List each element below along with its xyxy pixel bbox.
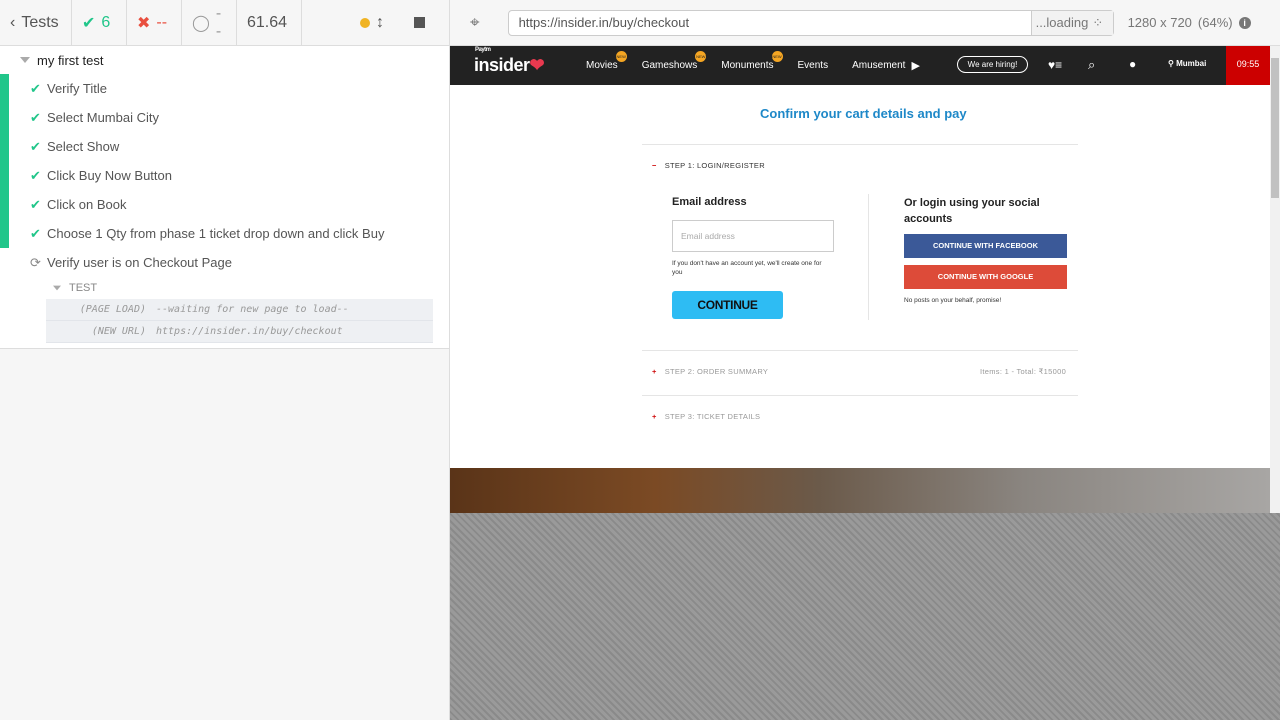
url-bar[interactable]: https://insider.in/buy/checkout ...loadi… xyxy=(507,9,1114,36)
selector-playground-icon[interactable]: ⌖ xyxy=(470,13,480,33)
check-icon: ✔ xyxy=(30,167,41,183)
social-login-title: Or login using your social accounts xyxy=(904,197,1040,225)
check-icon: ✔ xyxy=(30,138,41,154)
pending-count: ◯ -- xyxy=(182,0,237,46)
nav-monuments[interactable]: Monuments NEW xyxy=(721,51,783,71)
iframe-scrollbar[interactable] xyxy=(1270,46,1280,513)
aut-iframe: Paytm insider❤ Movies NEW Gameshows NEW Mon… xyxy=(450,46,1270,513)
nav-amusement[interactable]: Amusement xyxy=(852,60,905,71)
scroll-toggle-button[interactable]: ↕ xyxy=(302,0,394,46)
user-icon[interactable]: ● xyxy=(1129,57,1136,71)
continue-button[interactable]: CONTINUE xyxy=(672,291,783,319)
location-pin-icon: ⚲ xyxy=(1168,59,1174,68)
nav-movies[interactable]: Movies NEW xyxy=(586,51,627,71)
test-item[interactable]: ✔ Verify Title xyxy=(0,74,449,103)
check-icon: ✔ xyxy=(30,109,41,125)
facebook-login-button[interactable]: CONTINUE WITH FACEBOOK xyxy=(904,234,1067,258)
passed-count: ✔ 6 xyxy=(72,0,127,46)
refresh-icon: ⟳ xyxy=(30,254,41,270)
plus-icon: + xyxy=(652,367,657,376)
aut-header: ⌖ https://insider.in/buy/checkout ...loa… xyxy=(450,0,1280,46)
test-item[interactable]: ✔ Select Mumbai City xyxy=(0,103,449,132)
test-item[interactable]: ✔ Click Buy Now Button xyxy=(0,161,449,190)
order-total: Items: 1 - Total: ₹15000 xyxy=(980,367,1067,376)
test-item-running[interactable]: ⟳ Verify user is on Checkout Page xyxy=(0,248,449,277)
suite-title[interactable]: my first test xyxy=(0,46,449,74)
test-item[interactable]: ✔ Click on Book xyxy=(0,190,449,219)
viewport-scale: (64%) xyxy=(1197,15,1233,30)
cross-icon: ✖ xyxy=(137,14,151,32)
info-icon[interactable]: i xyxy=(1238,16,1251,29)
favorites-icon[interactable]: ♥≡ xyxy=(1048,58,1062,72)
reporter-header: ‹ Tests ✔ 6 ✖ -- ◯ -- 61.64 ↕ xyxy=(0,0,449,46)
email-label: Email address xyxy=(672,196,747,208)
step-2-header[interactable]: + STEP 2: ORDER SUMMARY xyxy=(652,367,768,376)
account-note: If you don't have an account yet, we'll … xyxy=(672,260,822,276)
nav-events[interactable]: Events xyxy=(798,60,829,71)
hiring-button[interactable]: We are hiring! xyxy=(957,56,1028,73)
app-under-test: ⌖ https://insider.in/buy/checkout ...loa… xyxy=(450,0,1280,720)
footer-image xyxy=(450,468,1270,513)
back-to-tests-button[interactable]: ‹ Tests xyxy=(0,0,72,46)
caret-down-icon xyxy=(53,285,61,291)
divider xyxy=(642,350,1078,351)
loading-indicator: ...loading ⁘ xyxy=(1030,10,1113,35)
stop-icon xyxy=(413,17,425,28)
caret-right-icon[interactable]: ▶ xyxy=(911,59,919,72)
new-badge: NEW xyxy=(615,51,627,62)
spinner-icon: ⁘ xyxy=(1092,14,1104,30)
divider xyxy=(868,194,869,320)
duration: 61.64 xyxy=(237,0,302,46)
failed-count: ✖ -- xyxy=(127,0,182,46)
minus-icon: − xyxy=(652,161,657,170)
check-icon: ✔ xyxy=(30,80,41,96)
arrows-vertical-icon: ↕ xyxy=(376,13,384,31)
new-badge: NEW xyxy=(695,51,707,62)
caret-down-icon xyxy=(20,57,30,63)
checkout-heading: Confirm your cart details and pay xyxy=(760,106,967,121)
check-icon: ✔ xyxy=(82,14,96,32)
privacy-note: No posts on your behalf, promise! xyxy=(904,297,1002,304)
viewport-size: 1280 x 720 xyxy=(1127,15,1192,30)
command-row[interactable]: (PAGE LOAD) --waiting for new page to loa… xyxy=(46,299,433,321)
test-reporter: ‹ Tests ✔ 6 ✖ -- ◯ -- 61.64 ↕ my first t… xyxy=(0,0,450,720)
test-item[interactable]: ✔ Choose 1 Qty from phase 1 ticket drop d… xyxy=(0,219,449,248)
check-icon: ✔ xyxy=(30,225,41,241)
divider xyxy=(642,395,1078,396)
command-row[interactable]: (NEW URL) https://insider.in/buy/checkout xyxy=(46,321,433,343)
suite: my first test ✔ Verify Title ✔ Select Mumb… xyxy=(0,46,449,349)
site-logo[interactable]: Paytm insider❤ xyxy=(474,47,574,76)
step-1-header[interactable]: − STEP 1: LOGIN/REGISTER xyxy=(652,161,765,170)
scrollbar-thumb[interactable] xyxy=(1271,58,1279,198)
viewport-empty-area xyxy=(450,513,1280,720)
city-selector[interactable]: ⚲ Mumbai xyxy=(1168,59,1206,68)
site-navbar: Paytm insider❤ Movies NEW Gameshows NEW Mon… xyxy=(450,46,1270,85)
email-input[interactable]: Email address xyxy=(672,220,834,252)
search-icon[interactable]: ⌕ xyxy=(1088,57,1095,73)
circle-icon: ◯ xyxy=(192,14,210,32)
divider xyxy=(642,144,1078,145)
new-badge: NEW xyxy=(771,51,783,62)
google-login-button[interactable]: CONTINUE WITH GOOGLE xyxy=(904,265,1067,289)
chevron-left-icon: ‹ xyxy=(10,13,16,31)
status-dot-icon xyxy=(360,17,370,28)
plus-icon: + xyxy=(652,412,657,421)
nav-gameshows[interactable]: Gameshows NEW xyxy=(642,51,707,71)
session-timer: 09:55 xyxy=(1226,46,1270,85)
check-icon: ✔ xyxy=(30,196,41,212)
step-3-header[interactable]: + STEP 3: TICKET DETAILS xyxy=(652,412,760,421)
stop-button[interactable] xyxy=(394,0,444,46)
back-label: Tests xyxy=(21,13,59,31)
section-header[interactable]: TEST xyxy=(52,277,449,299)
test-item[interactable]: ✔ Select Show xyxy=(0,132,449,161)
